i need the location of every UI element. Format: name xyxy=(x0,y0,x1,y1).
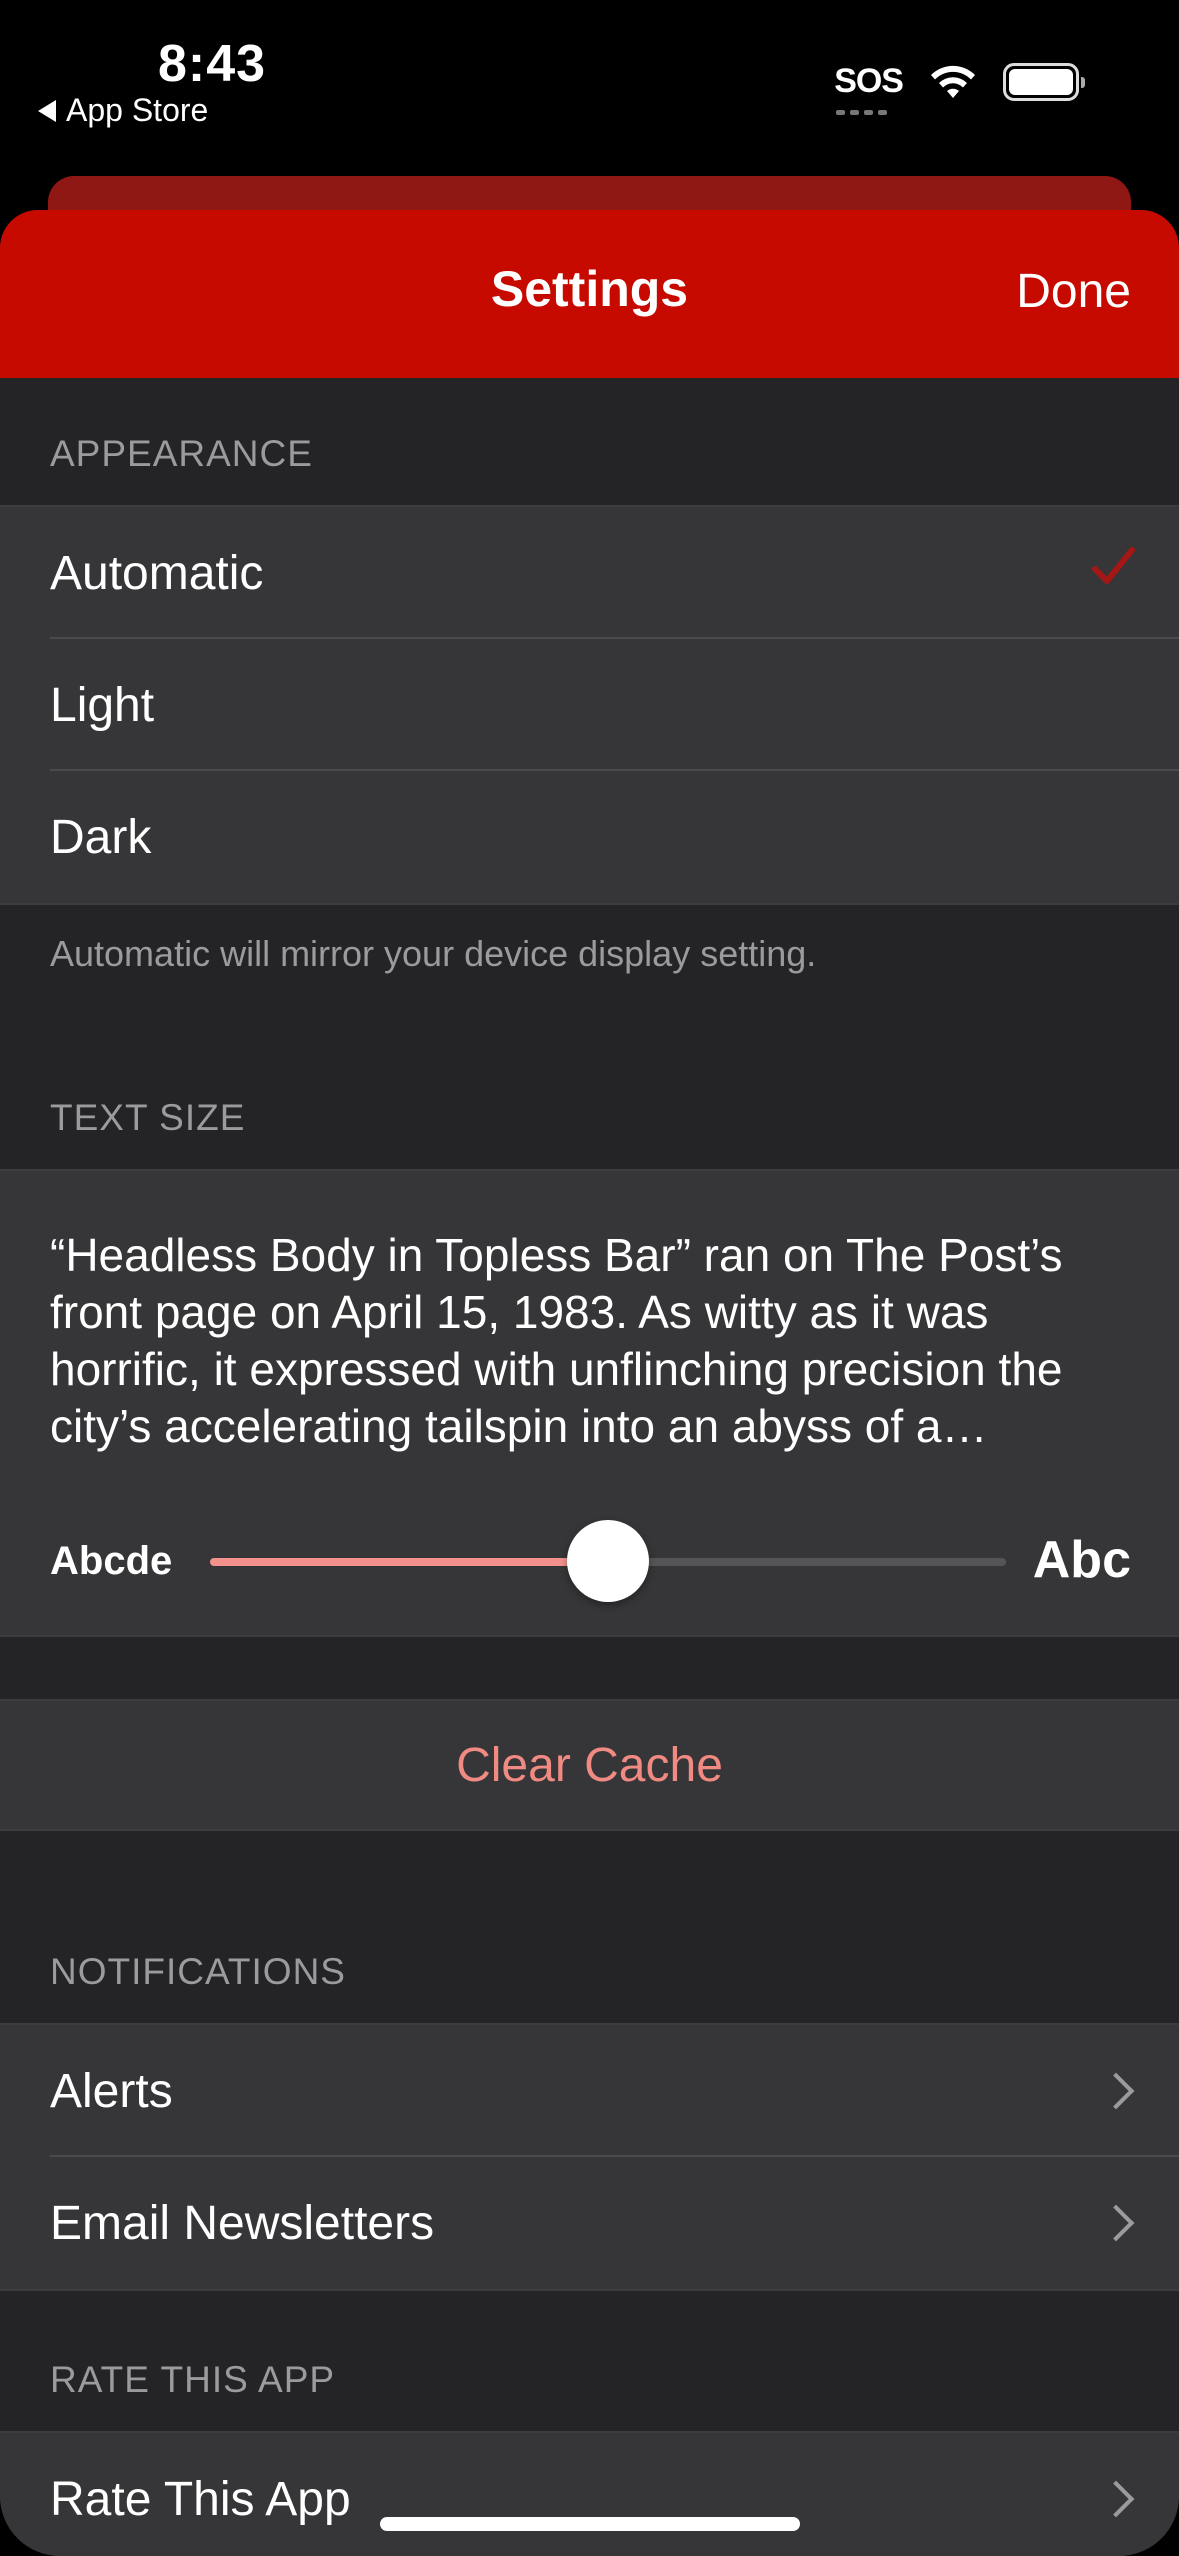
notifications-header: NOTIFICATIONS xyxy=(50,1951,346,1992)
status-time: 8:43 xyxy=(158,35,267,93)
slider-thumb[interactable] xyxy=(567,1520,649,1602)
appearance-footer: Automatic will mirror your device displa… xyxy=(50,933,817,974)
navigation-bar: Settings Done xyxy=(0,210,1179,378)
small-text-label: Abcde xyxy=(50,1539,173,1583)
appearance-header: APPEARANCE xyxy=(50,433,313,474)
option-label: Automatic xyxy=(50,546,264,600)
home-indicator[interactable] xyxy=(380,2517,800,2531)
alerts-row[interactable]: Alerts xyxy=(0,2025,1179,2157)
text-size-slider-row: Abcde Abc xyxy=(50,1516,1131,1606)
row-label: Email Newsletters xyxy=(50,2196,435,2250)
option-label: Dark xyxy=(50,810,152,864)
wifi-icon xyxy=(931,65,975,98)
text-size-cell: “Headless Body in Topless Bar” ran on Th… xyxy=(0,1169,1179,1637)
settings-sheet: Settings Done APPEARANCE Automatic Light… xyxy=(0,210,1179,2556)
appearance-option-automatic[interactable]: Automatic xyxy=(0,507,1179,639)
rate-header: RATE THIS APP xyxy=(50,2359,336,2400)
row-label: Alerts xyxy=(50,2064,173,2118)
clear-cache-button[interactable]: Clear Cache xyxy=(0,1699,1179,1831)
chevron-right-icon xyxy=(1097,2072,1135,2110)
rate-this-app-row[interactable]: Rate This App xyxy=(0,2433,1179,2556)
sos-label: SOS xyxy=(834,62,904,100)
status-indicators: SOS xyxy=(834,62,1085,115)
back-app-label: App Store xyxy=(66,92,209,128)
option-label: Light xyxy=(50,678,155,732)
sos-indicator: SOS xyxy=(834,62,904,115)
checkmark-icon xyxy=(1092,547,1135,584)
appearance-option-dark[interactable]: Dark xyxy=(0,771,1179,903)
appearance-option-light[interactable]: Light xyxy=(0,639,1179,771)
text-size-slider[interactable] xyxy=(210,1520,1006,1602)
rate-group: Rate This App xyxy=(0,2431,1179,2556)
notifications-group: Alerts Email Newsletters xyxy=(0,2023,1179,2291)
battery-icon xyxy=(1003,62,1085,101)
slider-fill xyxy=(210,1558,608,1566)
back-arrow-icon xyxy=(38,99,56,122)
appearance-group: Automatic Light Dark xyxy=(0,505,1179,905)
chevron-right-icon xyxy=(1097,2204,1135,2242)
status-bar: 8:43 App Store SOS xyxy=(0,0,1179,170)
back-to-app-store[interactable]: App Store xyxy=(38,92,208,129)
done-button[interactable]: Done xyxy=(1016,264,1131,319)
chevron-right-icon xyxy=(1097,2480,1135,2518)
text-size-preview: “Headless Body in Topless Bar” ran on Th… xyxy=(50,1229,1063,1452)
signal-dots-icon xyxy=(836,110,888,115)
row-label: Rate This App xyxy=(50,2472,351,2526)
large-text-label: Abc xyxy=(1032,1531,1131,1589)
page-title: Settings xyxy=(490,261,689,317)
email-newsletters-row[interactable]: Email Newsletters xyxy=(0,2157,1179,2289)
text-size-header: TEXT SIZE xyxy=(50,1097,246,1138)
